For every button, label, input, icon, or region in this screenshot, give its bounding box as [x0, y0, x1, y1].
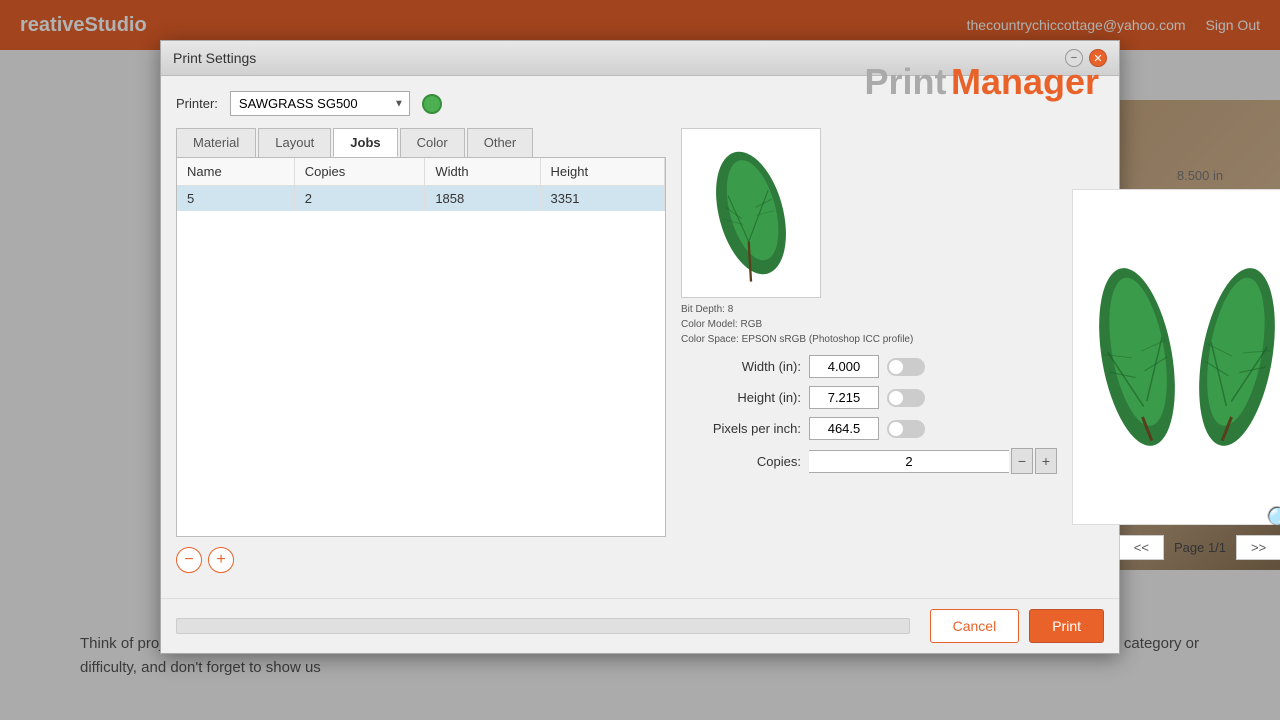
- left-panel: Material Layout Jobs Color Other Name Co…: [176, 128, 666, 573]
- tab-layout[interactable]: Layout: [258, 128, 331, 157]
- dialog-main: Material Layout Jobs Color Other Name Co…: [176, 128, 1104, 573]
- width-toggle[interactable]: [887, 358, 925, 376]
- ppi-setting-row: Pixels per inch:: [681, 417, 1057, 440]
- print-button[interactable]: Print: [1029, 609, 1104, 643]
- dialog-footer: Cancel Print: [161, 598, 1119, 653]
- settings-area: Width (in): Height (in):: [681, 347, 1057, 490]
- copies-input[interactable]: [809, 450, 1009, 473]
- prev-page-button[interactable]: <<: [1119, 535, 1164, 560]
- leaf-image: [691, 133, 811, 293]
- col-header-height: Height: [540, 158, 664, 186]
- col-header-copies: Copies: [294, 158, 425, 186]
- height-toggle[interactable]: [887, 389, 925, 407]
- ppi-toggle[interactable]: [887, 420, 925, 438]
- remove-item-button[interactable]: −: [176, 547, 202, 573]
- zoom-icon[interactable]: 🔍: [1266, 505, 1280, 536]
- cell-copies: 2: [294, 186, 425, 212]
- tab-jobs[interactable]: Jobs: [333, 128, 397, 157]
- add-item-button[interactable]: +: [208, 547, 234, 573]
- color-space-info: Color Space: EPSON sRGB (Photoshop ICC p…: [681, 332, 1057, 347]
- cell-height: 3351: [540, 186, 664, 212]
- col-header-name: Name: [177, 158, 294, 186]
- cell-width: 1858: [425, 186, 540, 212]
- width-toggle-knob: [889, 360, 903, 374]
- dialog-body: Printer: SAWGRASS SG500 ▼ Print Manager: [161, 76, 1119, 588]
- printer-row: Printer: SAWGRASS SG500 ▼: [176, 91, 442, 116]
- height-setting-row: Height (in):: [681, 386, 1057, 409]
- print-manager-title: Print Manager: [864, 61, 1099, 103]
- printer-status-indicator: [422, 94, 442, 114]
- table-row[interactable]: 5 2 1858 3351: [177, 186, 665, 212]
- printer-label: Printer:: [176, 96, 218, 111]
- copies-increment-button[interactable]: +: [1035, 448, 1057, 474]
- page-info: Page 1/1: [1174, 540, 1226, 555]
- printer-select[interactable]: SAWGRASS SG500: [230, 91, 410, 116]
- preview-leaves: [1082, 197, 1280, 517]
- tab-content: Name Copies Width Height 5 2 1858: [176, 157, 666, 537]
- next-page-button[interactable]: >>: [1236, 535, 1280, 560]
- height-input[interactable]: [809, 386, 879, 409]
- dialog-title: Print Settings: [173, 50, 256, 66]
- tab-bar: Material Layout Jobs Color Other: [176, 128, 666, 157]
- cancel-button[interactable]: Cancel: [930, 609, 1020, 643]
- width-label: Width (in):: [681, 359, 801, 374]
- tab-other[interactable]: Other: [467, 128, 534, 157]
- copies-decrement-button[interactable]: −: [1011, 448, 1033, 474]
- print-settings-dialog: Print Settings − ✕ Printer: SAWGRASS SG5…: [160, 40, 1120, 654]
- footer-buttons: Cancel Print: [930, 609, 1104, 643]
- print-word: Print: [864, 61, 946, 102]
- ppi-label: Pixels per inch:: [681, 421, 801, 436]
- printer-select-wrapper: SAWGRASS SG500 ▼: [230, 91, 410, 116]
- panel-bottom-buttons: − +: [176, 547, 666, 573]
- jobs-table: Name Copies Width Height 5 2 1858: [177, 158, 665, 211]
- preview-panel: 8.500 in: [1072, 128, 1280, 573]
- progress-bar: [176, 618, 910, 634]
- bit-depth-info: Bit Depth: 8: [681, 302, 1057, 317]
- page-navigation: << Page 1/1 >>: [1072, 535, 1280, 560]
- height-label: Height (in):: [681, 390, 801, 405]
- copies-label: Copies:: [681, 454, 801, 469]
- preview-container: 14.000 in: [1072, 189, 1280, 525]
- tab-material[interactable]: Material: [176, 128, 256, 157]
- ppi-input[interactable]: [809, 417, 879, 440]
- preview-width-label: 8.500 in: [1072, 168, 1280, 183]
- copies-stepper: − +: [809, 448, 1057, 474]
- image-info: Bit Depth: 8 Color Model: RGB Color Spac…: [681, 302, 1057, 347]
- tab-color[interactable]: Color: [400, 128, 465, 157]
- color-model-info: Color Model: RGB: [681, 317, 1057, 332]
- height-toggle-knob: [889, 391, 903, 405]
- ppi-toggle-knob: [889, 422, 903, 436]
- width-setting-row: Width (in):: [681, 355, 1057, 378]
- manager-word: Manager: [951, 61, 1099, 102]
- leaf-preview: [681, 128, 821, 298]
- preview-canvas: [1072, 189, 1280, 525]
- col-header-width: Width: [425, 158, 540, 186]
- image-settings-panel: Bit Depth: 8 Color Model: RGB Color Spac…: [681, 128, 1057, 573]
- copies-setting-row: Copies: − +: [681, 448, 1057, 474]
- width-input[interactable]: [809, 355, 879, 378]
- cell-name: 5: [177, 186, 294, 212]
